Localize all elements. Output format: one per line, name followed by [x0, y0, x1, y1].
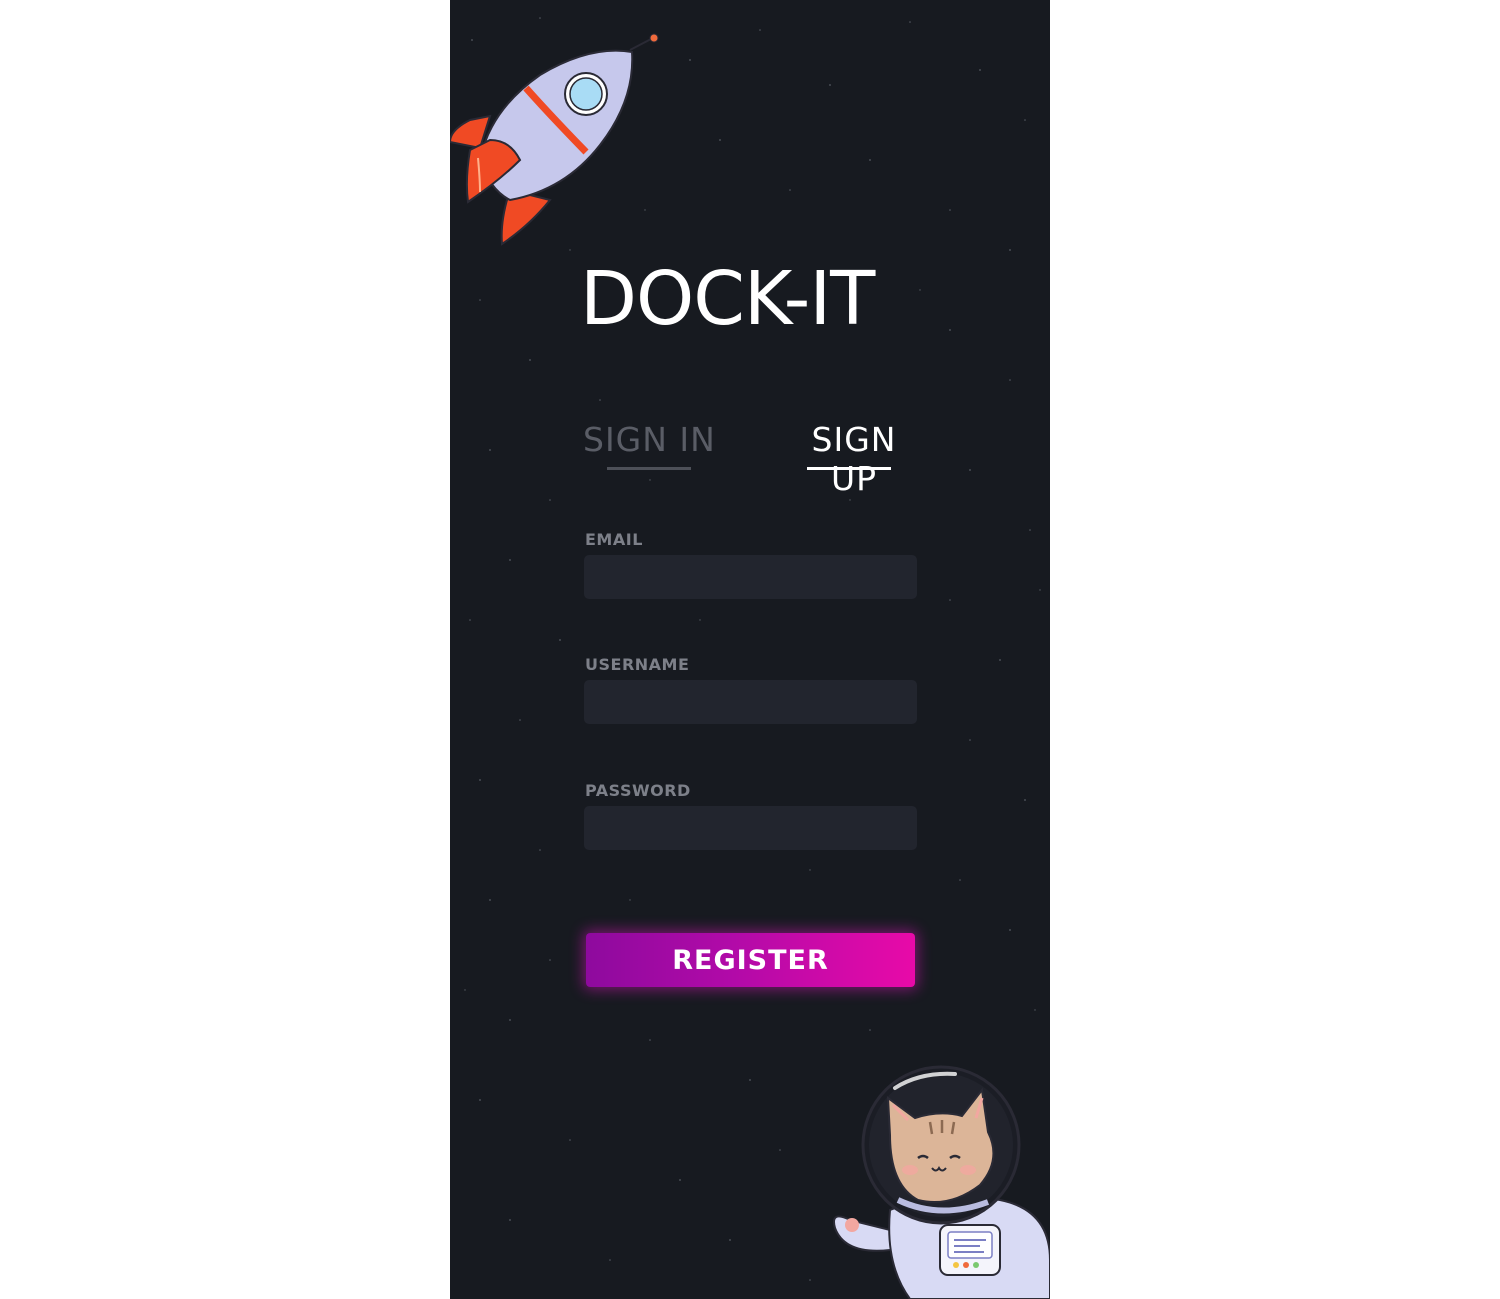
tab-sign-up-underline	[807, 467, 891, 470]
auth-tabs: SIGN IN SIGN UP	[580, 420, 925, 498]
tab-sign-up[interactable]: SIGN UP	[783, 420, 925, 498]
password-label: PASSWORD	[585, 781, 691, 800]
email-field[interactable]	[584, 555, 917, 599]
logo-text: DOCK-IT	[580, 258, 876, 330]
tab-sign-in-underline	[607, 467, 691, 470]
username-label: USERNAME	[585, 655, 690, 674]
tab-sign-in[interactable]: SIGN IN	[583, 420, 716, 459]
signup-screen: DOCK-IT SIGN IN SIGN UP EMAIL USERNAME P…	[450, 0, 1050, 1299]
astronaut-cat-icon	[833, 1065, 1050, 1299]
dockit-logo: DOCK-IT	[580, 258, 877, 330]
register-button[interactable]: REGISTER	[586, 933, 915, 987]
username-field[interactable]	[584, 680, 917, 724]
rocket-icon	[450, 33, 659, 246]
email-label: EMAIL	[585, 530, 643, 549]
password-field[interactable]	[584, 806, 917, 850]
